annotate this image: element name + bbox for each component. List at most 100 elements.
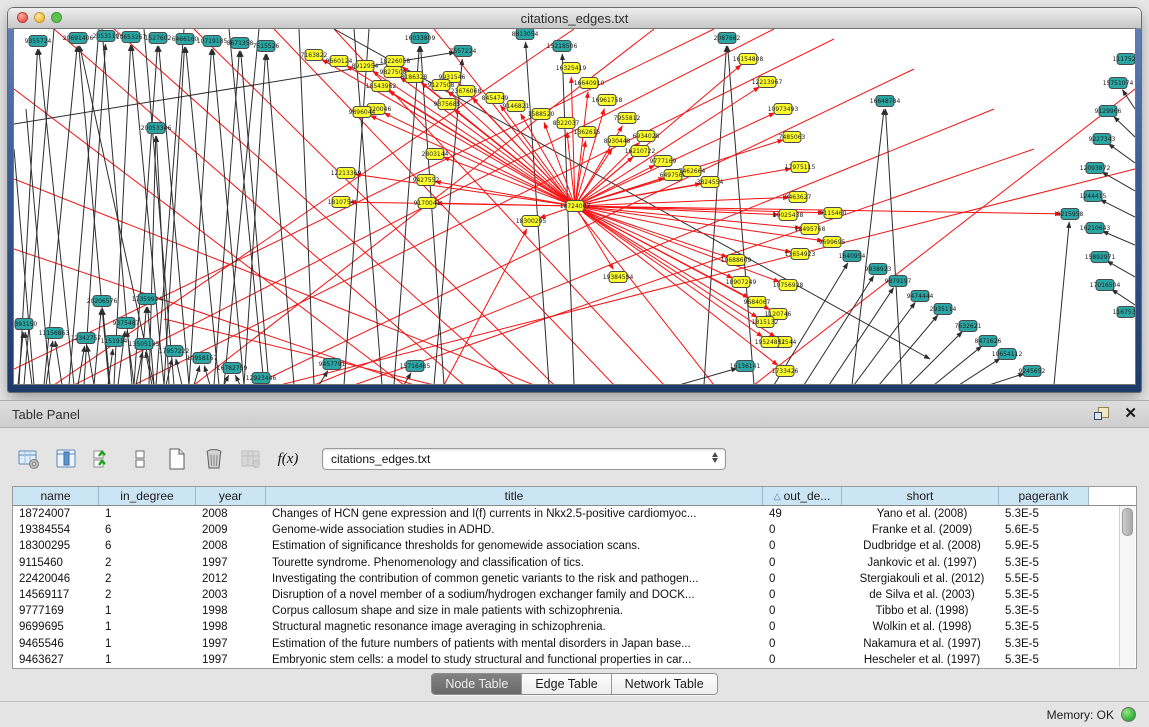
graph-node[interactable]: 1362615 [574, 127, 601, 138]
graph-node[interactable]: 20206576 [87, 296, 118, 307]
vertical-scrollbar[interactable] [1119, 506, 1135, 667]
table-cell[interactable]: 1 [99, 621, 196, 633]
graph-node[interactable]: 12923446 [246, 373, 277, 384]
graph-node[interactable]: 19384554 [603, 272, 634, 283]
graph-node[interactable]: 9427552 [413, 175, 440, 186]
table-cell[interactable]: 9777169 [13, 605, 99, 617]
graph-node[interactable]: 9896044 [349, 107, 376, 118]
table-cell[interactable]: Investigating the contribution of common… [266, 573, 763, 585]
graph-node[interactable]: 1117529 [1113, 54, 1135, 65]
graph-node[interactable]: 6934028 [633, 131, 660, 142]
graph-node[interactable]: 3824554 [697, 177, 724, 188]
column-header-name[interactable]: name [13, 487, 99, 505]
table-cell[interactable]: 5.3E-5 [999, 638, 1089, 650]
graph-node[interactable]: 10653267 [116, 32, 147, 43]
graph-node[interactable]: 8322037 [553, 118, 580, 129]
graph-node[interactable]: 8671358 [227, 38, 254, 49]
graph-node[interactable]: 10756928 [773, 280, 804, 291]
graph-node[interactable]: 1527602 [145, 33, 172, 44]
table-cell[interactable]: 1998 [196, 621, 266, 633]
graph-node[interactable]: 16210643 [1080, 223, 1111, 234]
graph-node[interactable]: 9777169 [650, 156, 677, 167]
graph-node[interactable]: 9879197 [885, 276, 912, 287]
column-header-title[interactable]: title [266, 487, 763, 505]
memory-ok-led-icon[interactable] [1121, 707, 1136, 722]
graph-node[interactable]: 16325419 [556, 63, 587, 74]
table-cell[interactable]: 6 [99, 540, 196, 552]
graph-node[interactable]: 16210722 [625, 146, 656, 157]
graph-node[interactable]: 9355724 [25, 36, 52, 47]
graph-node[interactable]: 16033809 [405, 33, 436, 44]
table-settings-icon[interactable] [16, 446, 42, 472]
tab-network-table[interactable]: Network Table [612, 674, 717, 694]
graph-node[interactable]: 1733426 [772, 366, 799, 377]
graph-node[interactable]: 16136141 [730, 361, 761, 372]
table-cell[interactable]: Genome-wide association studies in ADHD. [266, 524, 763, 536]
table-cell[interactable]: 18300295 [13, 540, 99, 552]
graph-node[interactable]: 16648784 [870, 96, 901, 107]
graph-node[interactable]: 1640954 [839, 251, 866, 262]
network-canvas[interactable]: 1872400718300295716382296601248912954182… [14, 29, 1135, 384]
table-cell[interactable]: 0 [763, 524, 842, 536]
table-cell[interactable]: 1 [99, 605, 196, 617]
table-cell[interactable]: Estimation of the future numbers of pati… [266, 638, 763, 650]
graph-node[interactable]: 7485063 [779, 132, 806, 143]
column-header-short[interactable]: short [842, 487, 999, 505]
graph-node[interactable]: 11156863 [39, 328, 70, 339]
table-row[interactable]: 977716911998Corpus callosum shape and si… [13, 603, 1136, 619]
scrollbar-thumb[interactable] [1122, 508, 1133, 536]
graph-node[interactable]: 7462664 [679, 166, 706, 177]
graph-node[interactable]: 7632621 [955, 321, 982, 332]
graph-node[interactable]: 17975115 [785, 162, 816, 173]
column-header-year[interactable]: year [196, 487, 266, 505]
graph-node[interactable]: 18724007 [560, 201, 591, 212]
graph-node[interactable]: 17957222 [159, 346, 190, 357]
table-cell[interactable]: 18724007 [13, 508, 99, 520]
table-cell[interactable]: 2009 [196, 524, 266, 536]
graph-node[interactable]: 9375685 [434, 99, 461, 110]
graph-node[interactable]: 2087682 [714, 33, 741, 44]
table-cell[interactable]: 0 [763, 605, 842, 617]
column-header-in_degree[interactable]: in_degree [99, 487, 196, 505]
graph-node[interactable]: 10973493 [768, 104, 799, 115]
graph-node[interactable]: 15218506 [547, 41, 578, 52]
graph-node[interactable]: 1151914 [101, 336, 128, 347]
table-cell[interactable]: Yano et al. (2008) [842, 508, 999, 520]
table-row[interactable]: 969969511998Structural magnetic resonanc… [13, 619, 1136, 635]
table-cell[interactable]: 0 [763, 540, 842, 552]
table-cell[interactable]: 9699695 [13, 621, 99, 633]
graph-node[interactable]: 7557224 [450, 46, 477, 57]
table-cell[interactable]: 0 [763, 557, 842, 569]
graph-node[interactable]: 10958167 [187, 353, 218, 364]
graph-node[interactable]: 1588520 [528, 109, 555, 120]
graph-node[interactable]: 12342757 [71, 333, 102, 344]
table-cell[interactable]: 5.9E-5 [999, 540, 1089, 552]
tab-edge-table[interactable]: Edge Table [522, 674, 611, 694]
table-cell[interactable]: 5.3E-5 [999, 621, 1089, 633]
graph-node[interactable]: 12093872 [1080, 163, 1111, 174]
graph-node[interactable]: 7163822 [301, 50, 328, 61]
graph-node[interactable]: 1810754 [328, 197, 355, 208]
graph-node[interactable]: 2935114 [930, 304, 957, 315]
table-cell[interactable]: 0 [763, 573, 842, 585]
graph-node[interactable]: 18543962 [366, 81, 397, 92]
column-header-pagerank[interactable]: pagerank [999, 487, 1089, 505]
graph-node[interactable]: 15751074 [1103, 78, 1134, 89]
table-cell[interactable]: 6 [99, 524, 196, 536]
table-cell[interactable]: Embryonic stem cells: a model to study s… [266, 654, 763, 666]
table-cell[interactable]: 1997 [196, 557, 266, 569]
graph-node[interactable]: 9474444 [907, 291, 934, 302]
graph-node[interactable]: 9393150 [14, 319, 38, 330]
table-cell[interactable]: 2008 [196, 540, 266, 552]
table-cell[interactable]: Hescheler et al. (1997) [842, 654, 999, 666]
graph-node[interactable]: 12213369 [331, 168, 362, 179]
table-cell[interactable]: Tibbo et al. (1998) [842, 605, 999, 617]
table-cell[interactable]: 5.3E-5 [999, 589, 1089, 601]
graph-node[interactable]: 18226058 [380, 56, 411, 67]
zoom-button[interactable] [51, 12, 62, 23]
graph-node[interactable]: 8454749 [482, 93, 509, 104]
table-cell[interactable]: 0 [763, 638, 842, 650]
graph-node[interactable]: 16154808 [733, 54, 764, 65]
table-cell[interactable]: 2 [99, 589, 196, 601]
graph-node[interactable]: 15716485 [400, 361, 431, 372]
